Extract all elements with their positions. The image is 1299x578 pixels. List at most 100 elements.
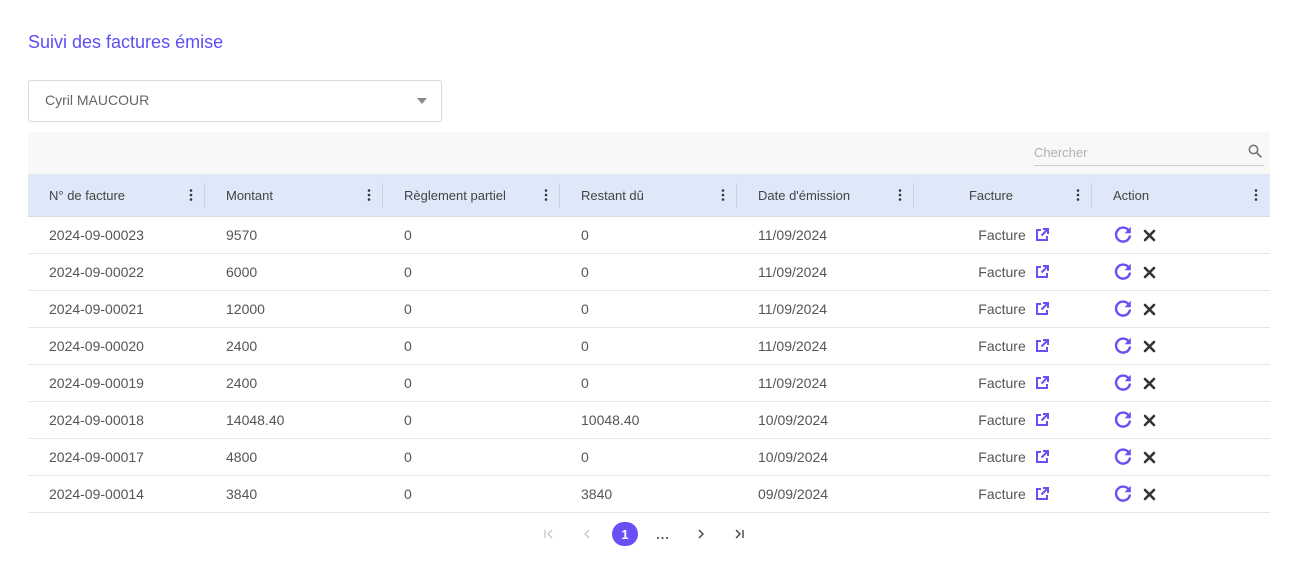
kebab-menu-icon[interactable] xyxy=(1076,189,1080,201)
cell-partial-payment: 0 xyxy=(404,412,412,428)
column-header-invoice[interactable]: Facture xyxy=(914,174,1092,217)
close-icon[interactable] xyxy=(1143,451,1156,464)
client-select[interactable]: Cyril MAUCOUR xyxy=(28,80,442,122)
chevron-down-icon[interactable] xyxy=(417,98,427,104)
close-icon[interactable] xyxy=(1143,377,1156,390)
close-icon[interactable] xyxy=(1143,229,1156,242)
table-row[interactable]: 2024-09-00017 4800 0 0 10/09/2024 Facture xyxy=(28,439,1270,476)
cell-amount: 2400 xyxy=(226,338,258,354)
invoice-link[interactable]: Facture xyxy=(978,486,1049,502)
column-header-partial-payment[interactable]: Règlement partiel xyxy=(383,174,560,217)
invoice-link-label: Facture xyxy=(978,227,1026,243)
cell-issue-date: 09/09/2024 xyxy=(758,486,829,502)
close-icon[interactable] xyxy=(1143,488,1156,501)
column-header-label: Action xyxy=(1113,188,1150,203)
close-icon[interactable] xyxy=(1143,340,1156,353)
row-actions xyxy=(1113,373,1156,393)
invoice-link[interactable]: Facture xyxy=(978,301,1049,317)
refresh-icon[interactable] xyxy=(1113,373,1133,393)
cell-action xyxy=(1092,328,1270,364)
refresh-icon[interactable] xyxy=(1113,447,1133,467)
row-actions xyxy=(1113,299,1156,319)
close-icon[interactable] xyxy=(1143,414,1156,427)
invoice-link[interactable]: Facture xyxy=(978,227,1049,243)
invoice-link[interactable]: Facture xyxy=(978,338,1049,354)
column-header-amount[interactable]: Montant xyxy=(205,174,383,217)
refresh-icon[interactable] xyxy=(1113,336,1133,356)
refresh-icon[interactable] xyxy=(1113,262,1133,282)
kebab-menu-icon[interactable] xyxy=(367,189,371,201)
kebab-menu-icon[interactable] xyxy=(1254,189,1258,201)
invoice-link[interactable]: Facture xyxy=(978,449,1049,465)
invoice-link-label: Facture xyxy=(978,412,1026,428)
table-row[interactable]: 2024-09-00021 12000 0 0 11/09/2024 Facture xyxy=(28,291,1270,328)
cell-partial-payment: 0 xyxy=(404,338,412,354)
external-link-icon[interactable] xyxy=(1034,301,1050,317)
table-row[interactable]: 2024-09-00019 2400 0 0 11/09/2024 Facture xyxy=(28,365,1270,402)
column-header-remaining-due[interactable]: Restant dû xyxy=(560,174,737,217)
last-page-icon xyxy=(735,529,744,539)
chevron-left-icon xyxy=(584,529,590,539)
cell-issue-date: 11/09/2024 xyxy=(758,301,828,317)
refresh-icon[interactable] xyxy=(1113,484,1133,504)
table-row[interactable]: 2024-09-00020 2400 0 0 11/09/2024 Facture xyxy=(28,328,1270,365)
search-icon[interactable] xyxy=(1248,144,1262,158)
cell-action xyxy=(1092,476,1270,512)
cell-remaining-due: 0 xyxy=(581,375,589,391)
row-actions xyxy=(1113,225,1156,245)
last-page-button[interactable] xyxy=(726,522,752,546)
cell-partial-payment: 0 xyxy=(404,486,412,502)
page-button-current[interactable]: 1 xyxy=(612,522,638,546)
refresh-icon[interactable] xyxy=(1113,299,1133,319)
kebab-menu-icon[interactable] xyxy=(721,189,725,201)
kebab-menu-icon[interactable] xyxy=(189,189,193,201)
cell-issue-date: 10/09/2024 xyxy=(758,449,829,465)
cell-amount: 3840 xyxy=(226,486,258,502)
cell-invoice-number: 2024-09-00021 xyxy=(49,301,144,317)
close-icon[interactable] xyxy=(1143,266,1156,279)
cell-issue-date: 11/09/2024 xyxy=(758,338,828,354)
previous-page-button[interactable] xyxy=(574,522,600,546)
column-header-issue-date[interactable]: Date d'émission xyxy=(737,174,914,217)
refresh-icon[interactable] xyxy=(1113,410,1133,430)
table-row[interactable]: 2024-09-00023 9570 0 0 11/09/2024 Facture xyxy=(28,217,1270,254)
cell-remaining-due: 0 xyxy=(581,338,589,354)
cell-remaining-due: 10048.40 xyxy=(581,412,640,428)
invoice-link[interactable]: Facture xyxy=(978,375,1049,391)
table-row[interactable]: 2024-09-00014 3840 0 3840 09/09/2024 Facture xyxy=(28,476,1270,513)
external-link-icon[interactable] xyxy=(1034,375,1050,391)
row-actions xyxy=(1113,262,1156,282)
external-link-icon[interactable] xyxy=(1034,449,1050,465)
column-header-action[interactable]: Action xyxy=(1092,174,1270,217)
cell-amount: 14048.40 xyxy=(226,412,285,428)
first-page-button[interactable] xyxy=(536,522,562,546)
kebab-menu-icon[interactable] xyxy=(544,189,548,201)
kebab-menu-icon[interactable] xyxy=(898,189,902,201)
column-header-invoice-number[interactable]: N° de facture xyxy=(28,174,205,217)
invoice-link-label: Facture xyxy=(978,301,1026,317)
refresh-icon[interactable] xyxy=(1113,225,1133,245)
invoice-link-label: Facture xyxy=(978,486,1026,502)
invoice-link[interactable]: Facture xyxy=(978,412,1049,428)
external-link-icon[interactable] xyxy=(1034,264,1050,280)
external-link-icon[interactable] xyxy=(1034,486,1050,502)
invoice-link-label: Facture xyxy=(978,375,1026,391)
column-header-label: Règlement partiel xyxy=(404,188,506,203)
invoice-link[interactable]: Facture xyxy=(978,264,1049,280)
table-row[interactable]: 2024-09-00018 14048.40 0 10048.40 10/09/2024… xyxy=(28,402,1270,439)
cell-amount: 6000 xyxy=(226,264,258,280)
table-row[interactable]: 2024-09-00022 6000 0 0 11/09/2024 Facture xyxy=(28,254,1270,291)
search-input[interactable] xyxy=(1034,142,1234,162)
external-link-icon[interactable] xyxy=(1034,412,1050,428)
external-link-icon[interactable] xyxy=(1034,338,1050,354)
cell-invoice-number: 2024-09-00020 xyxy=(49,338,144,354)
cell-invoice: Facture xyxy=(914,402,1092,438)
external-link-icon[interactable] xyxy=(1034,227,1050,243)
next-page-button[interactable] xyxy=(688,522,714,546)
close-icon[interactable] xyxy=(1143,303,1156,316)
cell-remaining-due: 0 xyxy=(581,449,589,465)
cell-remaining-due: 0 xyxy=(581,264,589,280)
column-header-label: Montant xyxy=(226,188,273,203)
cell-invoice-number: 2024-09-00014 xyxy=(49,486,144,502)
page-ellipsis[interactable]: ... xyxy=(650,522,676,546)
